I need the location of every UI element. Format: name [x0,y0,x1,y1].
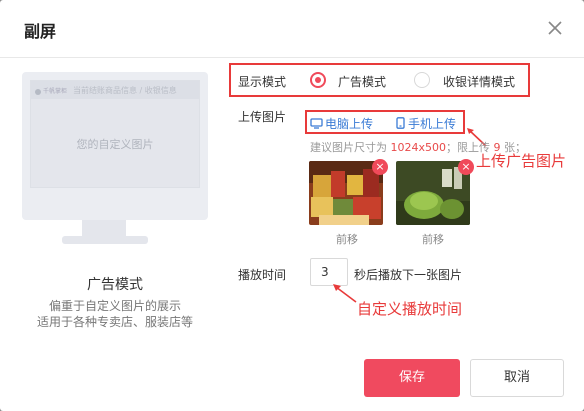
save-button[interactable]: 保存 [364,359,460,397]
mode-desc-line1: 偏重于自定义图片的展示 [48,299,181,313]
tip-mid: ；限上传 [446,141,490,154]
screen-logo-text: 千帆掌柜 [43,88,68,95]
tip-size: 1024x500 [390,141,447,154]
monitor-stand-base [62,236,148,244]
mobile-upload-link[interactable]: 手机上传 [396,115,456,132]
mobile-upload-label: 手机上传 [408,117,457,131]
mode-title: 广告模式 [87,277,143,293]
playback-annotation: 自定义播放时间 [357,300,463,318]
monitor-preview: 千帆掌柜 当前结账商品信息 / 收银信息 您的自定义图片 [22,72,208,220]
screen-top-bar: 千帆掌柜 当前结账商品信息 / 收银信息 [31,81,199,99]
move-forward-2-button[interactable]: 前移 [422,231,444,247]
dialog-title: 副屏 [24,22,57,41]
radio-checkout-mode-label[interactable]: 收银详情模式 [443,73,515,90]
playback-arrow-icon [333,284,357,303]
screen-settings-dialog: 副屏 千帆掌柜 当前结账商品信息 / 收银信息 您的自定义图片 广告模式 偏重于… [0,0,584,411]
phone-icon [396,117,405,129]
tip-limit: 9 [493,141,501,154]
monitor-screen: 千帆掌柜 当前结账商品信息 / 收银信息 您的自定义图片 [30,80,200,188]
cancel-button[interactable]: 取消 [470,359,564,397]
radio-checkout-mode[interactable] [414,72,430,88]
screen-logo: 千帆掌柜 [35,86,67,95]
close-icon[interactable] [546,19,564,37]
monitor-stand-neck [82,220,126,236]
delete-image-1-button[interactable]: × [372,159,388,175]
dialog-header: 副屏 [0,0,584,58]
display-mode-label: 显示模式 [238,75,287,89]
radio-ad-mode-label[interactable]: 广告模式 [338,73,386,90]
pc-upload-label: 电脑上传 [325,117,374,131]
delete-image-2-button[interactable]: × [458,159,474,175]
mode-description: 偏重于自定义图片的展示 适用于各种专卖店、服装店等 [0,298,230,330]
playback-label: 播放时间 [238,268,287,282]
monitor-icon [310,118,323,129]
screen-info-text: 当前结账商品信息 / 收银信息 [73,86,177,95]
move-forward-1-button[interactable]: 前移 [336,231,358,247]
upload-label: 上传图片 [238,110,287,124]
radio-ad-mode[interactable] [310,72,326,88]
upload-tip: 建议图片尺寸为 1024x500；限上传 9 张； [310,139,526,155]
custom-image-placeholder: 您的自定义图片 [76,138,154,151]
tip-prefix: 建议图片尺寸为 [310,141,387,154]
logo-icon [35,88,41,95]
tip-suffix: 张； [504,141,526,154]
pc-upload-link[interactable]: 电脑上传 [310,115,373,132]
playback-suffix: 秒后播放下一张图片 [354,268,463,282]
mode-desc-line2: 适用于各种专卖店、服装店等 [36,315,193,329]
